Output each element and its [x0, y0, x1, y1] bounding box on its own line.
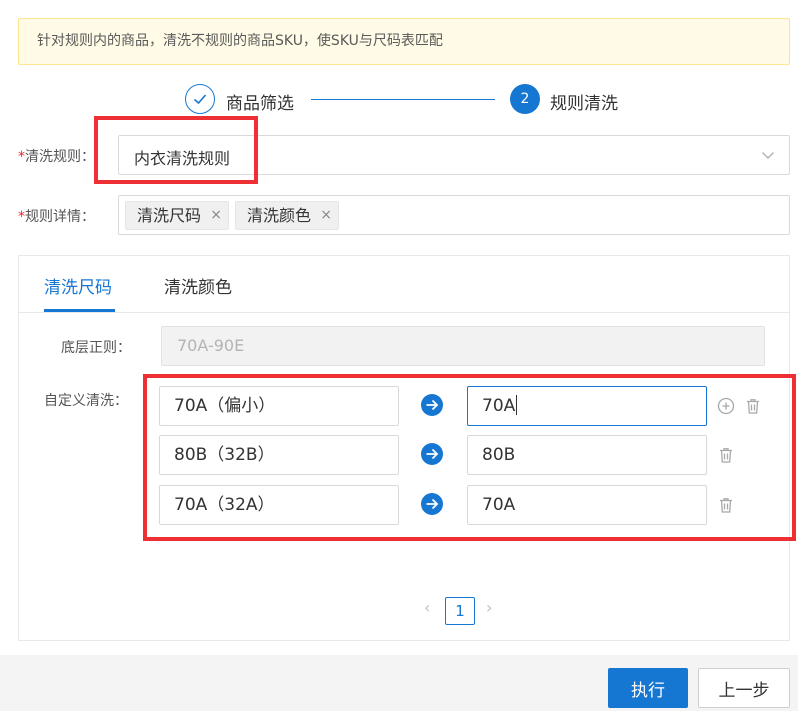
row-3-from-value: 70A（32A） — [174, 495, 275, 515]
add-circle-icon[interactable] — [717, 397, 735, 415]
base-regex-field: 70A-90E — [161, 326, 765, 366]
tag-clean-size: 清洗尺码 × — [125, 201, 229, 230]
row-2-from-value: 80B（32B） — [174, 445, 275, 465]
check-icon — [193, 94, 207, 105]
pagination-page-1[interactable]: 1 — [445, 597, 475, 625]
tab-active-indicator — [44, 309, 115, 312]
step-2-index: 2 — [520, 91, 530, 107]
arrow-right-icon — [421, 394, 443, 416]
trash-icon[interactable] — [717, 446, 735, 464]
base-regex-value: 70A-90E — [177, 336, 245, 355]
tag-label: 清洗颜色 — [247, 206, 312, 225]
notice-text: 针对规则内的商品，清洗不规则的商品SKU，使SKU与尺码表匹配 — [37, 33, 443, 49]
base-regex-label: 底层正则： — [61, 340, 131, 356]
row-1-from-input[interactable]: 70A（偏小） — [159, 386, 399, 426]
pagination-page-number: 1 — [455, 602, 465, 620]
close-icon[interactable]: × — [210, 202, 222, 229]
chevron-down-icon — [762, 152, 774, 159]
steps: 商品筛选 2 规则清洗 — [185, 84, 635, 116]
pagination-next[interactable]: › — [486, 598, 492, 617]
step-2-label: 规则清洗 — [550, 94, 618, 114]
row-1-to-input[interactable]: 70A — [467, 386, 707, 426]
rule-details-select[interactable]: 清洗尺码 × 清洗颜色 × — [118, 195, 790, 235]
previous-step-button[interactable]: 上一步 — [698, 668, 790, 708]
row-1-from-value: 70A（偏小） — [174, 396, 276, 416]
row-2-from-input[interactable]: 80B（32B） — [159, 435, 399, 475]
tab-clean-color[interactable]: 清洗颜色 — [164, 273, 232, 298]
row-3-to-value: 70A — [482, 495, 516, 515]
details-label-text: 规则详情： — [25, 209, 95, 225]
step-2-current: 2 — [510, 84, 540, 114]
text-caret — [516, 395, 518, 415]
step-1-label: 商品筛选 — [226, 94, 294, 114]
tag-label: 清洗尺码 — [137, 206, 202, 225]
rule-select[interactable]: 内衣清洗规则 — [118, 135, 790, 175]
step-1-done — [185, 84, 215, 114]
details-label: *规则详情： — [18, 206, 95, 226]
execute-button[interactable]: 执行 — [608, 668, 688, 708]
rule-label-text: 清洗规则： — [25, 149, 95, 165]
info-notice: 针对规则内的商品，清洗不规则的商品SKU，使SKU与尺码表匹配 — [18, 18, 790, 65]
tab-clean-size[interactable]: 清洗尺码 — [44, 273, 112, 298]
row-2-to-input[interactable]: 80B — [467, 435, 707, 475]
arrow-right-icon — [421, 443, 443, 465]
tabs-bar: 清洗尺码 清洗颜色 — [19, 256, 789, 313]
trash-icon[interactable] — [744, 397, 762, 415]
pagination-prev[interactable]: ‹ — [424, 598, 430, 617]
trash-icon[interactable] — [717, 496, 735, 514]
arrow-right-icon — [421, 493, 443, 515]
row-1-to-value: 70A — [482, 396, 516, 416]
close-icon[interactable]: × — [320, 202, 332, 229]
custom-clean-label: 自定义清洗： — [44, 393, 128, 409]
required-mark: * — [18, 209, 25, 225]
step-connector — [311, 99, 495, 100]
rule-select-value: 内衣清洗规则 — [134, 149, 231, 168]
tag-clean-color: 清洗颜色 × — [235, 201, 339, 230]
required-mark: * — [18, 149, 25, 165]
row-2-to-value: 80B — [482, 445, 516, 465]
row-3-from-input[interactable]: 70A（32A） — [159, 485, 399, 525]
rule-label: *清洗规则： — [18, 146, 95, 166]
row-3-to-input[interactable]: 70A — [467, 485, 707, 525]
